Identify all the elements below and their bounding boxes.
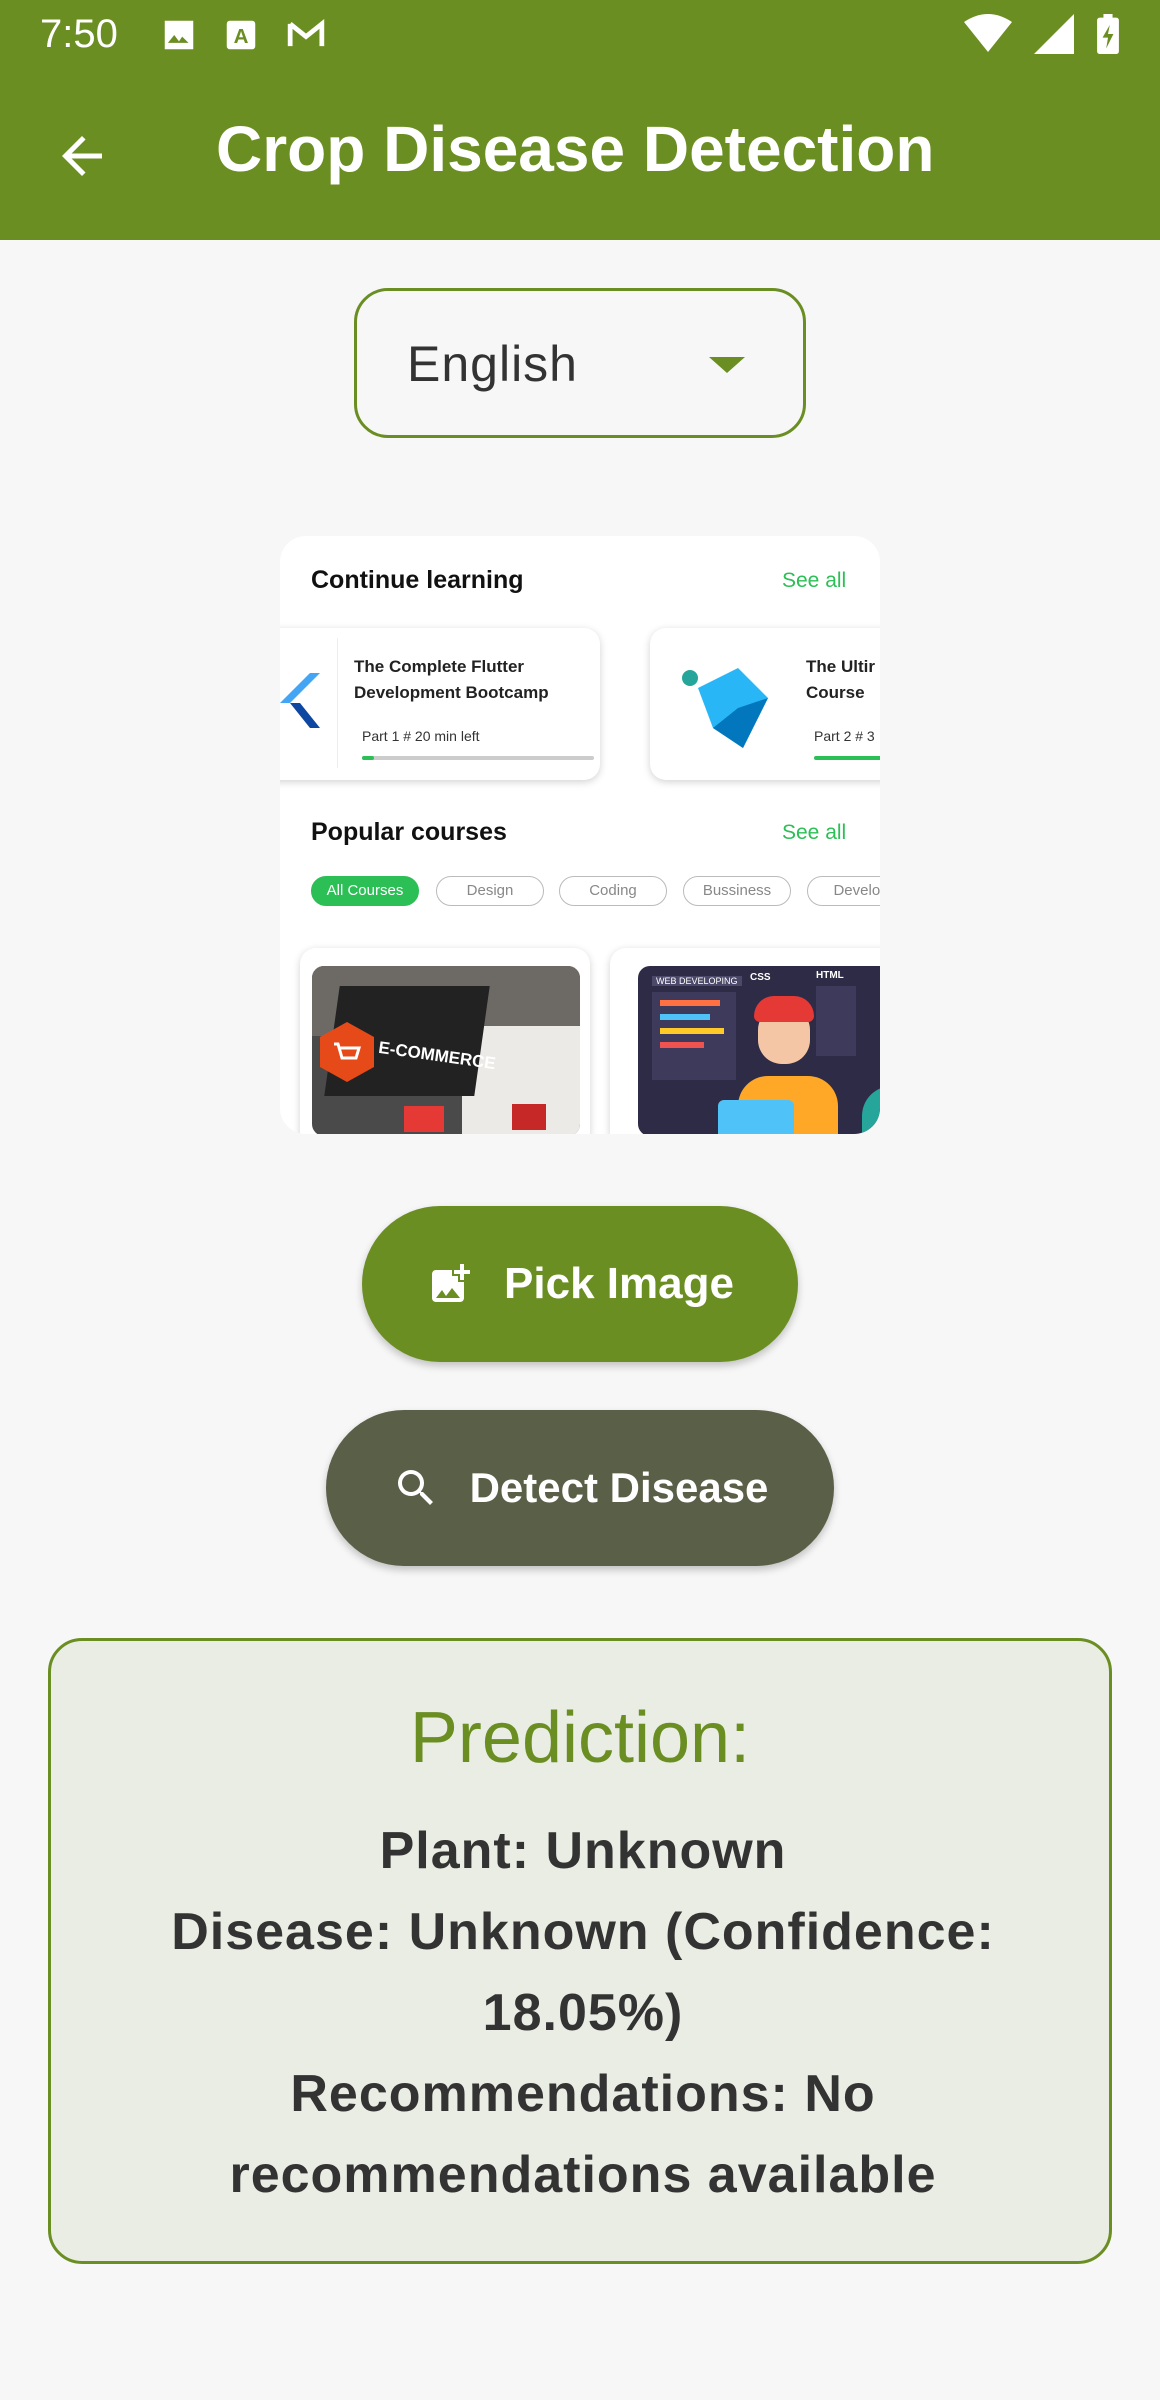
chip-design: Design: [436, 876, 544, 906]
page-title: Crop Disease Detection: [216, 113, 935, 185]
search-icon: [397, 1470, 433, 1505]
picked-image-preview: Continue learning See all The Complete F…: [280, 536, 880, 1134]
system-icons: [964, 14, 1120, 54]
course-progress-text: Part 2 # 3: [814, 728, 875, 744]
prediction-plant: Plant: Unknown: [379, 1822, 787, 1880]
prediction-text: Plant: Unknown Disease: Unknown (Confide…: [141, 1811, 1025, 2216]
course-progress-bar: [362, 756, 594, 760]
prediction-card: Prediction: Plant: Unknown Disease: Unkn…: [48, 1638, 1112, 2264]
course-title: The Ultir Course: [806, 657, 875, 702]
prediction-heading: Prediction:: [409, 1698, 751, 1778]
dropdown-caret-icon: [709, 357, 745, 373]
back-arrow-icon[interactable]: [52, 126, 112, 186]
image-icon: [160, 16, 200, 54]
ecommerce-thumbnail: E-COMMERCE: [312, 966, 580, 1134]
dart-logo-icon: [682, 668, 768, 748]
css-tag: CSS: [750, 972, 771, 983]
app-bar: Crop Disease Detection: [0, 70, 1160, 240]
font-icon: A: [222, 16, 262, 54]
detect-disease-button[interactable]: Detect Disease: [326, 1410, 834, 1566]
web-dev-tag: WEB DEVELOPING: [652, 976, 742, 986]
pick-image-label: Pick Image: [504, 1259, 734, 1308]
flutter-logo-icon: [280, 673, 320, 728]
prediction-disease: Disease: Unknown (Confidence: 18.05%): [171, 1903, 995, 2042]
chip-bussiness: Bussiness: [683, 876, 791, 906]
course-progress-text: Part 1 # 20 min left: [362, 728, 480, 744]
language-selected-value: English: [407, 336, 578, 392]
course-progress-fill: [814, 756, 880, 760]
popular-courses-heading: Popular courses: [311, 818, 507, 846]
course-card: The Complete Flutter Development Bootcam…: [280, 628, 600, 780]
add-photo-icon: [432, 1264, 471, 1302]
svg-text:A: A: [234, 25, 249, 48]
pick-image-button[interactable]: Pick Image: [362, 1206, 798, 1362]
prediction-recommendations: Recommendations: No recommendations avai…: [229, 2065, 937, 2204]
continue-learning-heading: Continue learning: [311, 566, 524, 594]
battery-icon: [1097, 14, 1119, 54]
see-all-link: See all: [782, 569, 847, 592]
course-progress-fill: [362, 756, 374, 760]
chip-develop: Develop: [807, 876, 880, 906]
chip-all-courses: All Courses: [311, 876, 419, 906]
language-dropdown[interactable]: English: [354, 288, 806, 438]
gmail-icon: [284, 16, 325, 54]
detect-disease-label: Detect Disease: [469, 1464, 769, 1511]
course-title: The Complete Flutter Development Bootcam…: [354, 657, 549, 702]
status-bar: 7:50 A: [0, 0, 1160, 70]
notification-icons: A: [160, 16, 325, 54]
html-tag: HTML: [816, 970, 844, 981]
shopping-cart-icon: [320, 1022, 374, 1082]
see-all-link: See all: [782, 821, 847, 844]
course-card: The Ultir Course Part 2 # 3: [650, 628, 880, 780]
status-time: 7:50: [40, 12, 118, 56]
wifi-icon: [964, 14, 1012, 52]
signal-icon: [1034, 14, 1074, 54]
web-dev-thumbnail: WEB DEVELOPING CSS HTML: [638, 966, 880, 1134]
chip-coding: Coding: [559, 876, 667, 906]
